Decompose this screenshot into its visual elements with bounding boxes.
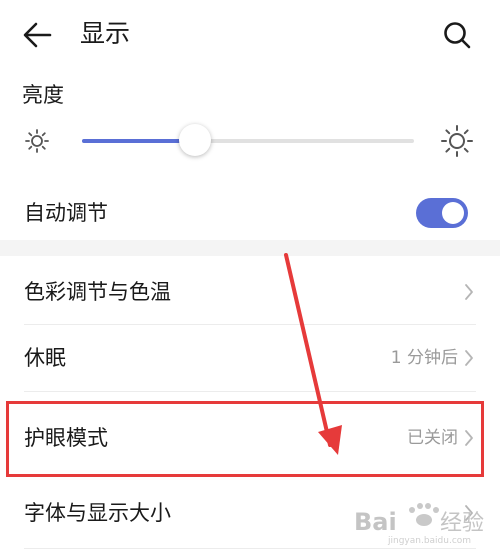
divider xyxy=(24,548,476,549)
chevron-right-icon xyxy=(465,350,473,366)
back-button[interactable] xyxy=(20,20,54,50)
auto-adjust-toggle[interactable] xyxy=(416,198,468,228)
sun-small-icon xyxy=(25,129,49,153)
sun-large-icon xyxy=(441,125,473,157)
section-divider xyxy=(0,240,500,256)
toggle-knob xyxy=(442,202,464,224)
auto-adjust-label: 自动调节 xyxy=(24,201,108,225)
list-item-sleep[interactable]: 休眠 1 分钟后 xyxy=(0,325,500,391)
top-app-bar: 显示 xyxy=(0,0,500,70)
list-item-color-temperature[interactable]: 色彩调节与色温 xyxy=(0,256,500,324)
divider xyxy=(24,391,476,392)
svg-text:经验: 经验 xyxy=(440,511,484,536)
search-button[interactable] xyxy=(440,18,474,52)
baidu-jingyan-watermark: Bai 经验 jingyan.baidu.com xyxy=(354,503,484,546)
list-item-label: 休眠 xyxy=(24,346,66,370)
svg-text:Bai: Bai xyxy=(354,508,397,536)
highlight-annotation-box xyxy=(6,401,484,477)
brightness-slider-thumb[interactable] xyxy=(179,124,211,156)
page-title: 显示 xyxy=(80,19,131,48)
list-item-label: 字体与显示大小 xyxy=(24,501,171,525)
back-arrow-icon xyxy=(23,22,52,48)
search-icon xyxy=(444,22,471,49)
list-item-value: 1 分钟后 xyxy=(390,348,458,368)
list-item-label: 色彩调节与色温 xyxy=(24,280,171,304)
brightness-slider[interactable] xyxy=(82,124,414,156)
chevron-right-icon xyxy=(465,284,473,300)
svg-text:jingyan.baidu.com: jingyan.baidu.com xyxy=(387,536,471,546)
brightness-label: 亮度 xyxy=(22,83,64,107)
